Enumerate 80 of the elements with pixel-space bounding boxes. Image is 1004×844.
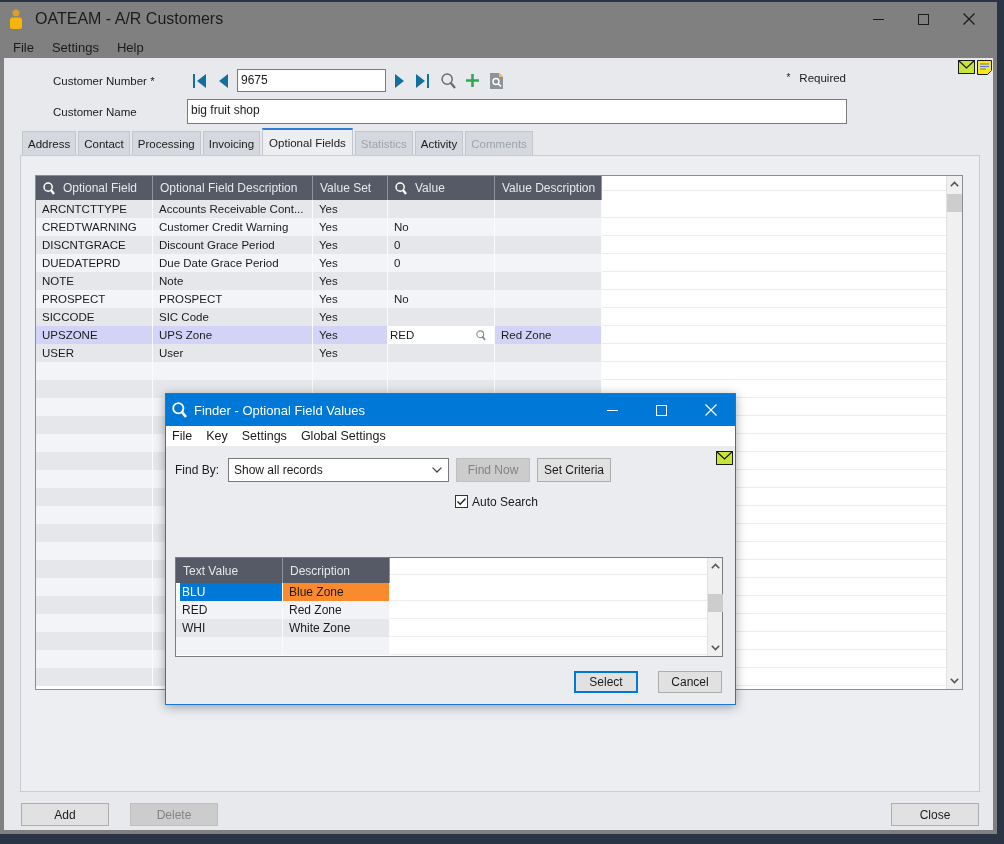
menu-item[interactable]: Settings (241, 429, 287, 443)
chevron-up-icon[interactable] (710, 563, 720, 569)
tab[interactable]: Address (22, 131, 77, 155)
checkbox[interactable] (455, 495, 468, 508)
field-label: Find By: (175, 463, 220, 477)
table-row[interactable]: NOTE Note Yes (36, 272, 602, 290)
column-header[interactable]: Value (388, 176, 495, 200)
scrollbar-thumb[interactable] (947, 194, 962, 212)
chevron-down-icon[interactable] (432, 467, 442, 473)
column-header[interactable]: Optional Field Description (153, 176, 313, 200)
search-icon (172, 402, 187, 418)
menu-item[interactable]: Settings (51, 39, 99, 55)
chevron-down-icon[interactable] (710, 645, 720, 651)
chevron-down-icon[interactable] (950, 678, 959, 684)
menu-item[interactable]: File (172, 429, 193, 443)
column-header[interactable]: Value Description (495, 176, 602, 200)
window-title: Finder - Optional Field Values (194, 402, 365, 418)
search-icon[interactable] (476, 329, 486, 341)
action-button[interactable]: Set Criteria (537, 458, 611, 482)
action-button[interactable]: Close (891, 803, 979, 826)
skip-to-start-icon[interactable] (193, 73, 206, 88)
column-header[interactable]: Value Set (313, 176, 388, 200)
tab[interactable]: Processing (131, 131, 201, 155)
table-row[interactable]: DISCNTGRACE Discount Grace Period Yes 0 (36, 236, 602, 254)
scrollbar[interactable] (946, 176, 962, 689)
column-header[interactable]: Optional Field (36, 176, 153, 200)
table-row[interactable]: ARCNTCTTYPE Accounts Receivable Cont... Yes (36, 200, 602, 218)
table-row[interactable]: SICCODE SIC Code Yes (36, 308, 602, 326)
menu-item[interactable]: File (13, 39, 34, 55)
find-by-dropdown[interactable]: Show all records (228, 458, 449, 482)
table-row[interactable]: UPSZONE UPS Zone Yes RED Red Zone (36, 326, 602, 344)
table-row[interactable]: BLU Blue Zone (176, 583, 390, 601)
action-button[interactable]: Add (21, 803, 109, 826)
document-search-icon[interactable] (490, 72, 503, 89)
chevron-up-icon[interactable] (950, 181, 959, 187)
table-row[interactable]: DUEDATEPRD Due Date Grace Period Yes 0 (36, 254, 602, 272)
field-label: Customer Number * (53, 74, 156, 87)
skip-to-end-icon[interactable] (416, 73, 429, 88)
menu-item[interactable]: Help (116, 39, 144, 55)
column-header[interactable]: Text Value (176, 558, 283, 583)
table-row[interactable]: PROSPECT PROSPECT Yes No (36, 290, 602, 308)
triangle-left-icon[interactable] (219, 73, 228, 88)
customer-number-field[interactable]: 9675 (237, 69, 386, 92)
close-icon[interactable] (963, 13, 975, 25)
scrollbar[interactable] (707, 558, 722, 656)
column-header[interactable]: Description (283, 558, 390, 583)
envelope-icon[interactable] (958, 60, 975, 74)
note-icon[interactable] (977, 60, 992, 75)
tab[interactable]: Invoicing (202, 131, 261, 155)
window-title: OATEAM - A/R Customers (35, 10, 224, 28)
search-icon[interactable] (43, 181, 55, 195)
table-row[interactable]: WHI White Zone (176, 619, 390, 637)
menu-item[interactable]: Global Settings (300, 429, 386, 443)
maximize-icon[interactable] (918, 13, 929, 25)
minimize-icon[interactable] (607, 409, 618, 411)
customer-name-field[interactable]: big fruit shop (187, 99, 847, 124)
checkbox-label: Auto Search (472, 494, 539, 509)
required-mark: * (786, 72, 791, 83)
tab[interactable]: Activity (414, 131, 464, 155)
tab[interactable]: Optional Fields (262, 128, 353, 155)
scrollbar-thumb[interactable] (707, 594, 723, 612)
field-label: Customer Name (53, 105, 138, 118)
table-row[interactable]: RED Red Zone (176, 601, 390, 619)
required-label: Required (799, 71, 846, 84)
envelope-icon[interactable] (716, 451, 733, 465)
tab[interactable]: Contact (78, 131, 130, 155)
table-cell: BLU (176, 583, 283, 601)
action-button[interactable]: Select (574, 671, 638, 693)
table-cell: Blue Zone (283, 583, 390, 601)
person-icon (10, 9, 22, 29)
triangle-right-icon[interactable] (395, 73, 404, 88)
table-row[interactable]: CREDTWARNING Customer Credit Warning Yes No (36, 218, 602, 236)
minimize-icon[interactable] (873, 18, 884, 20)
action-button[interactable]: Cancel (658, 671, 722, 693)
menu-item[interactable]: Key (206, 429, 228, 443)
value-field[interactable]: RED (388, 326, 495, 344)
table-row[interactable]: USER User Yes (36, 344, 602, 362)
search-icon[interactable] (441, 72, 456, 89)
search-icon[interactable] (395, 181, 407, 195)
plus-icon[interactable] (466, 74, 479, 87)
